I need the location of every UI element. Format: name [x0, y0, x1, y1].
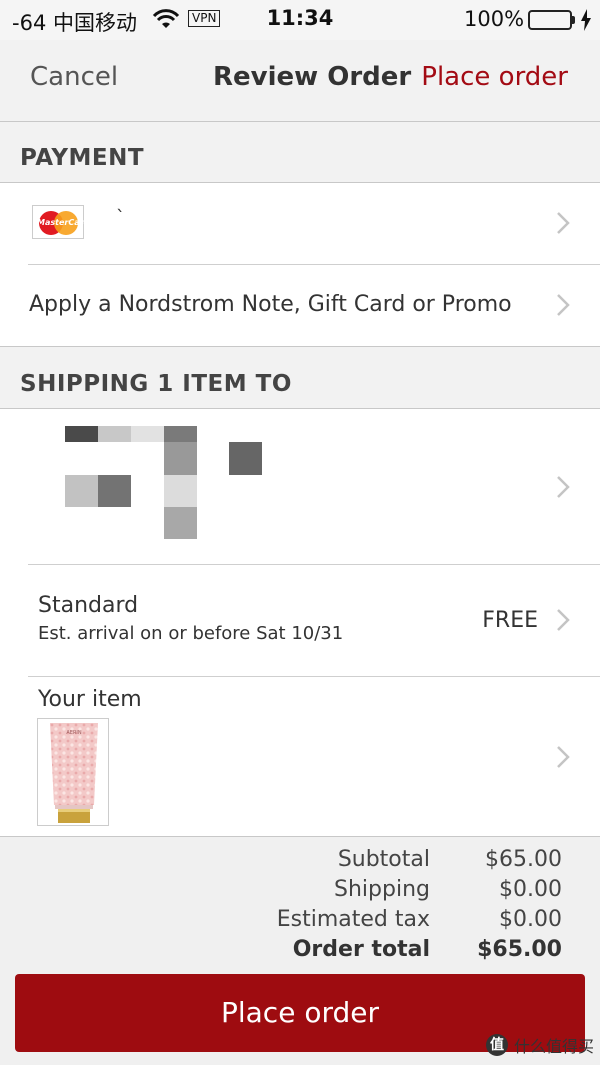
- subtotal-value: $65.00: [485, 847, 562, 872]
- promo-row[interactable]: Apply a Nordstrom Note, Gift Card or Pro…: [0, 265, 600, 347]
- shipping-header-label: SHIPPING 1 ITEM TO: [20, 371, 292, 397]
- watermark: 值 什么值得买: [485, 1033, 594, 1057]
- nav-place-order-button[interactable]: Place order: [421, 62, 568, 92]
- nav-bar: Cancel Review Order Place order: [0, 40, 600, 122]
- cancel-button[interactable]: Cancel: [30, 62, 118, 92]
- card-number: `: [116, 207, 125, 228]
- charging-icon: [580, 9, 592, 35]
- shipping-method-row[interactable]: Standard Est. arrival on or before Sat 1…: [0, 565, 600, 676]
- watermark-text: 什么值得买: [513, 1037, 594, 1056]
- shipping-value: $0.00: [499, 877, 562, 902]
- card-brand-label: MasterCard: [37, 218, 90, 227]
- payment-panel: MasterCard ` Apply a Nordstrom Note, Gif…: [0, 183, 600, 347]
- order-total-label: Order total: [292, 937, 430, 962]
- payment-card-row[interactable]: MasterCard `: [0, 183, 600, 265]
- status-bar: -64 中国移动 VPN 11:34 100%: [0, 0, 600, 40]
- page-title: Review Order: [213, 62, 412, 92]
- shipping-section-header: SHIPPING 1 ITEM TO: [0, 347, 600, 409]
- shipping-price: FREE: [482, 608, 538, 633]
- chevron-right-icon: [556, 293, 570, 317]
- watermark-logo-icon: 值: [485, 1034, 508, 1056]
- product-thumbnail[interactable]: AERIN: [37, 718, 109, 826]
- payment-header-label: PAYMENT: [20, 145, 145, 171]
- promo-label: Apply a Nordstrom Note, Gift Card or Pro…: [29, 292, 512, 317]
- battery-percent: 100%: [464, 7, 525, 31]
- shipping-eta: Est. arrival on or before Sat 10/31: [38, 623, 344, 644]
- payment-section-header: PAYMENT: [0, 123, 600, 183]
- chevron-right-icon: [556, 608, 570, 632]
- subtotal-label: Subtotal: [337, 847, 430, 872]
- item-label: Your item: [38, 687, 142, 712]
- chevron-right-icon: [556, 211, 570, 235]
- shipping-method-name: Standard: [38, 593, 139, 618]
- chevron-right-icon: [556, 475, 570, 499]
- mastercard-icon: MasterCard: [32, 205, 89, 239]
- tax-value: $0.00: [499, 907, 562, 932]
- order-total-value: $65.00: [477, 937, 562, 962]
- tax-label: Estimated tax: [276, 907, 430, 932]
- shipping-label: Shipping: [334, 877, 430, 902]
- product-brand: AERIN: [66, 730, 82, 736]
- battery-icon: [528, 10, 572, 30]
- shipping-address-row[interactable]: [0, 409, 600, 564]
- chevron-right-icon: [556, 745, 570, 769]
